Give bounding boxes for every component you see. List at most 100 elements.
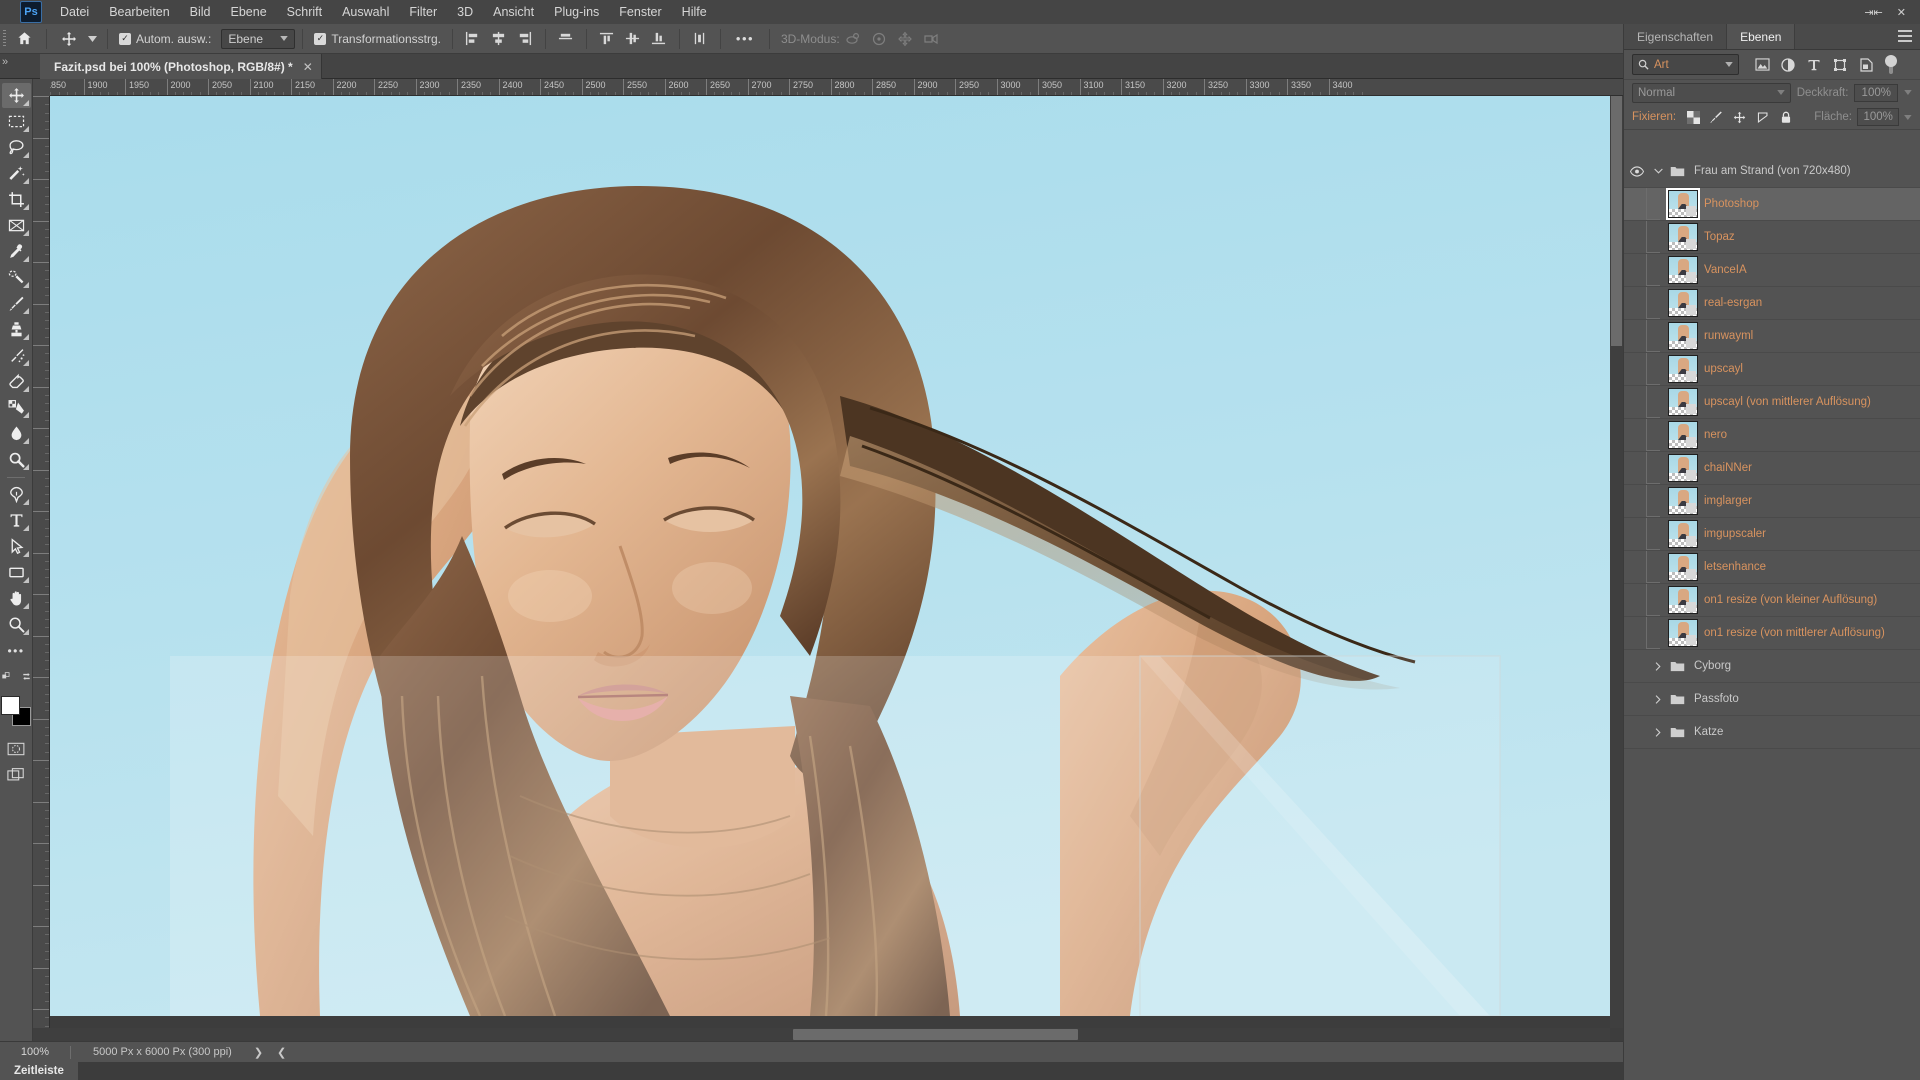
document-tab[interactable]: Fazit.psd bei 100% (Photoshop, RGB/8#) *… xyxy=(40,54,322,79)
marquee-tool[interactable] xyxy=(2,109,31,134)
layer-name[interactable]: runwayml xyxy=(1698,330,1753,342)
tool-preset-chevron-icon[interactable] xyxy=(84,26,100,52)
layer-row[interactable]: nero xyxy=(1624,419,1920,452)
color-swatches[interactable] xyxy=(1,696,31,726)
distribute-spacing-icon[interactable] xyxy=(687,27,713,51)
layer-row[interactable]: on1 resize (von mittlerer Auflösung) xyxy=(1624,617,1920,650)
align-right-edges-icon[interactable] xyxy=(512,27,538,51)
more-options-icon[interactable]: ••• xyxy=(728,27,762,51)
panel-menu-icon[interactable] xyxy=(1898,30,1912,42)
layer-row[interactable]: Cyborg xyxy=(1624,650,1920,683)
tab-ebenen[interactable]: Ebenen xyxy=(1727,24,1796,49)
layer-name[interactable]: Cyborg xyxy=(1688,660,1731,672)
smart-object-filter-icon[interactable] xyxy=(1853,54,1879,76)
menu-item-bild[interactable]: Bild xyxy=(180,0,221,24)
opacity-value[interactable]: 100% xyxy=(1854,83,1899,102)
distribute-top-icon[interactable] xyxy=(594,27,620,51)
menu-item-3d[interactable]: 3D xyxy=(447,0,483,24)
layer-thumbnail[interactable] xyxy=(1668,586,1698,614)
adjustment-layer-filter-icon[interactable] xyxy=(1775,54,1801,76)
layer-name[interactable]: nero xyxy=(1698,429,1727,441)
layer-name[interactable]: Passfoto xyxy=(1688,693,1739,705)
transform-controls-checkbox-box[interactable]: ✓ xyxy=(314,32,327,45)
layer-thumbnail[interactable] xyxy=(1668,619,1698,647)
menu-item-plug-ins[interactable]: Plug-ins xyxy=(544,0,609,24)
layer-row[interactable]: VanceIA xyxy=(1624,254,1920,287)
menu-item-bearbeiten[interactable]: Bearbeiten xyxy=(99,0,179,24)
dodge-tool[interactable] xyxy=(2,447,31,472)
brush-tool[interactable] xyxy=(2,291,31,316)
menu-item-hilfe[interactable]: Hilfe xyxy=(672,0,717,24)
layer-thumbnail[interactable] xyxy=(1668,487,1698,515)
lasso-tool[interactable] xyxy=(2,135,31,160)
home-icon[interactable] xyxy=(9,26,39,52)
type-layer-filter-icon[interactable] xyxy=(1801,54,1827,76)
layer-row[interactable]: Topaz xyxy=(1624,221,1920,254)
layer-name[interactable]: Katze xyxy=(1688,726,1723,738)
hand-tool[interactable] xyxy=(2,586,31,611)
layer-name[interactable]: chaiNNer xyxy=(1698,462,1752,474)
layer-thumbnail[interactable] xyxy=(1668,553,1698,581)
layer-row[interactable]: Frau am Strand (von 720x480) xyxy=(1624,155,1920,188)
layer-name[interactable]: on1 resize (von mittlerer Auflösung) xyxy=(1698,627,1885,639)
layer-row[interactable]: upscayl (von mittlerer Auflösung) xyxy=(1624,386,1920,419)
canvas-horizontal-scrollbar[interactable] xyxy=(33,1028,1610,1041)
move-tool-icon[interactable] xyxy=(54,26,84,52)
layer-thumbnail[interactable] xyxy=(1668,355,1698,383)
menu-item-filter[interactable]: Filter xyxy=(399,0,447,24)
fill-chevron-icon[interactable] xyxy=(1904,114,1912,120)
layer-name[interactable]: on1 resize (von kleiner Auflösung) xyxy=(1698,594,1877,606)
lock-image-pixels-icon[interactable] xyxy=(1707,108,1725,126)
align-left-edges-icon[interactable] xyxy=(460,27,486,51)
move-tool[interactable] xyxy=(1,83,31,108)
zoom-tool[interactable] xyxy=(2,612,31,637)
screen-mode-button[interactable] xyxy=(2,762,31,787)
layer-row[interactable]: chaiNNer xyxy=(1624,452,1920,485)
lock-position-icon[interactable] xyxy=(1731,108,1749,126)
layer-name[interactable]: upscayl (von mittlerer Auflösung) xyxy=(1698,396,1871,408)
color-mode-icons[interactable] xyxy=(1,664,31,689)
transform-controls-checkbox[interactable]: ✓ Transformationsstrg. xyxy=(310,32,445,46)
menu-item-ansicht[interactable]: Ansicht xyxy=(483,0,544,24)
align-horizontal-centers-icon[interactable] xyxy=(486,27,512,51)
filter-toggle-switch[interactable] xyxy=(1885,54,1897,75)
layer-row[interactable]: Katze xyxy=(1624,716,1920,749)
vertical-ruler[interactable] xyxy=(33,96,50,1041)
pixel-layer-filter-icon[interactable] xyxy=(1749,54,1775,76)
image-canvas[interactable] xyxy=(50,96,1623,1041)
distribute-bottom-icon[interactable] xyxy=(646,27,672,51)
chevron-right-icon[interactable] xyxy=(1650,727,1666,737)
layer-row[interactable]: letsenhance xyxy=(1624,551,1920,584)
eyedropper-tool[interactable] xyxy=(2,239,31,264)
layer-name[interactable]: Frau am Strand (von 720x480) xyxy=(1688,165,1851,177)
auto-select-checkbox-box[interactable]: ✓ xyxy=(119,32,131,45)
gradient-tool[interactable] xyxy=(2,395,31,420)
path-selection-tool[interactable] xyxy=(2,534,31,559)
canvas-vertical-scroll-thumb[interactable] xyxy=(1611,96,1622,346)
layer-row[interactable]: real-esrgan xyxy=(1624,287,1920,320)
status-expand-right-icon[interactable]: ❯ xyxy=(232,1046,263,1059)
layer-thumbnail[interactable] xyxy=(1668,256,1698,284)
layer-row[interactable]: Passfoto xyxy=(1624,683,1920,716)
clone-stamp-tool[interactable] xyxy=(2,317,31,342)
healing-brush-tool[interactable] xyxy=(2,265,31,290)
layer-name[interactable]: VanceIA xyxy=(1698,264,1747,276)
restore-icon[interactable]: ⇥⇤ xyxy=(1864,6,1882,19)
layer-name[interactable]: Photoshop xyxy=(1698,198,1759,210)
menu-item-datei[interactable]: Datei xyxy=(50,0,99,24)
blur-tool[interactable] xyxy=(2,421,31,446)
frame-tool[interactable] xyxy=(2,213,31,238)
menu-item-schrift[interactable]: Schrift xyxy=(277,0,332,24)
layer-thumbnail[interactable] xyxy=(1668,421,1698,449)
auto-select-scope-dropdown[interactable]: Ebene xyxy=(221,28,296,49)
lock-all-icon[interactable] xyxy=(1777,108,1795,126)
align-top-edges-icon[interactable] xyxy=(553,27,579,51)
layer-name[interactable]: letsenhance xyxy=(1698,561,1766,573)
opacity-chevron-icon[interactable] xyxy=(1904,90,1912,95)
tab-zeitleiste[interactable]: Zeitleiste xyxy=(0,1062,78,1080)
close-icon[interactable]: ✕ xyxy=(303,60,313,74)
layer-name[interactable]: upscayl xyxy=(1698,363,1743,375)
menu-item-ebene[interactable]: Ebene xyxy=(221,0,277,24)
shape-layer-filter-icon[interactable] xyxy=(1827,54,1853,76)
canvas-vertical-scrollbar[interactable] xyxy=(1610,96,1623,1028)
